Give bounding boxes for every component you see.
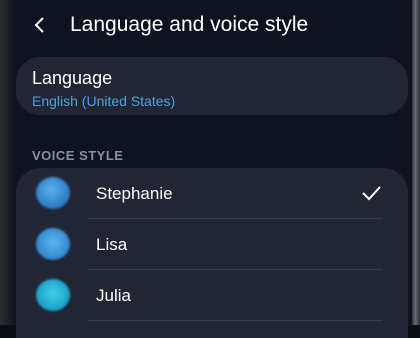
voice-name: Julia: [96, 286, 131, 305]
divider: [88, 320, 382, 321]
page-title: Language and voice style: [70, 13, 309, 36]
screen: Language and voice style Language Englis…: [14, 0, 412, 338]
back-button[interactable]: [28, 14, 50, 36]
phone-frame-left: [0, 0, 14, 325]
checkmark-icon: [362, 186, 381, 201]
voice-avatar-icon: [36, 177, 70, 209]
language-setting[interactable]: Language English (United States): [16, 57, 408, 115]
voice-avatar-icon: [36, 228, 70, 260]
voice-option-stephanie[interactable]: Stephanie: [16, 168, 408, 219]
voice-avatar-icon: [36, 279, 70, 311]
language-value: English (United States): [32, 93, 176, 109]
language-label: Language: [32, 68, 113, 88]
app-header: Language and voice style: [14, 0, 412, 50]
phone-frame-right: [412, 0, 420, 325]
chevron-left-icon: [34, 17, 44, 33]
voice-style-heading: VOICE STYLE: [32, 148, 124, 163]
voice-option-lisa[interactable]: Lisa: [16, 219, 408, 270]
voice-option-julia[interactable]: Julia: [16, 270, 408, 321]
voice-style-list: Stephanie Lisa Julia: [16, 168, 408, 338]
voice-name: Stephanie: [96, 184, 173, 203]
voice-name: Lisa: [96, 235, 128, 254]
